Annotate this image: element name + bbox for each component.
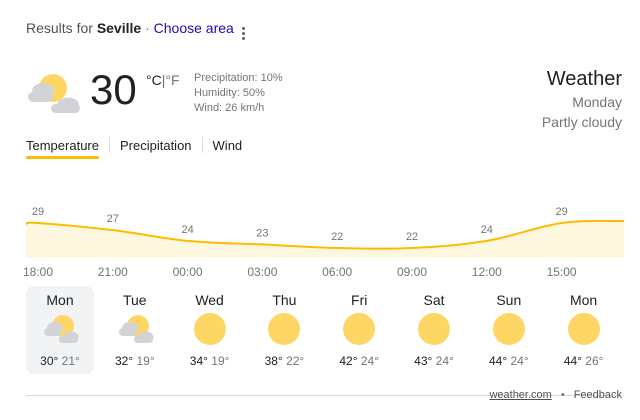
forecast-day-card[interactable]: Thu 38° 22° [250, 286, 318, 374]
precipitation-detail: Precipitation: 10% [194, 72, 283, 84]
forecast-high: 30° [40, 354, 59, 368]
chart-data-label: 24 [181, 224, 193, 236]
forecast-day-name: Wed [195, 292, 224, 308]
forecast-day-card[interactable]: Wed 34° 19° [176, 286, 244, 374]
sun-icon [267, 312, 301, 351]
location-name: Seville [96, 20, 142, 36]
sun-icon [342, 312, 376, 351]
forecast-low: 26° [585, 354, 604, 368]
forecast-temps: 38° 22° [250, 354, 318, 368]
forecast-temps: 44° 24° [475, 354, 543, 368]
forecast-high: 34° [189, 354, 208, 368]
partly-cloudy-icon [26, 70, 82, 119]
weather-condition: Partly cloudy [541, 114, 622, 130]
results-header: Results for Seville · Choose area [26, 20, 234, 36]
more-options-icon[interactable] [236, 22, 250, 44]
feedback-link[interactable]: Feedback [574, 389, 622, 401]
chart-data-label: 22 [331, 231, 343, 243]
forecast-low: 19° [211, 354, 230, 368]
footer-separator: • [560, 389, 565, 401]
forecast-day-card[interactable]: Tue 32° 19° [101, 286, 169, 374]
current-temperature: 30 [90, 66, 137, 113]
chart-data-label: 29 [555, 206, 567, 218]
sun-icon [492, 312, 526, 351]
footer: weather.com • Feedback [489, 389, 622, 401]
weather-summary: Weather Monday Partly cloudy [542, 66, 622, 132]
sun-icon [417, 312, 451, 351]
humidity-detail: Humidity: 50% [194, 87, 265, 99]
results-prefix: Results for [26, 20, 93, 36]
tab-precipitation[interactable]: Precipitation [120, 138, 192, 159]
temperature-chart: 29 27 24 23 22 22 24 29 18:00 21:00 00:00 03:00 06:… [23, 206, 625, 279]
chart-data-label: 23 [256, 227, 268, 239]
chart-time-label: 12:00 [472, 265, 502, 279]
chart-time-label: 00:00 [173, 265, 203, 279]
forecast-low: 22° [286, 354, 305, 368]
tab-wind[interactable]: Wind [213, 138, 243, 159]
forecast-day-name: Tue [122, 292, 147, 308]
tab-divider [108, 137, 110, 153]
chart-time-label: 03:00 [247, 265, 277, 279]
wind-detail: Wind: 26 km/h [194, 102, 265, 114]
sun-icon [567, 312, 601, 351]
forecast-high: 38° [264, 354, 283, 368]
forecast-high: 32° [114, 354, 134, 368]
forecast-temps: 42° 24° [325, 354, 393, 368]
weather-title: Weather [546, 68, 622, 90]
forecast-day-card[interactable]: Mon 44° 26° [550, 286, 618, 374]
weather-details: Precipitation: 10% Humidity: 50% Wind: 2… [194, 71, 283, 116]
forecast-low: 24° [435, 354, 454, 368]
forecast-day-card[interactable]: Fri 42° 24° [325, 286, 393, 374]
forecast-day-name: Mon [46, 292, 74, 308]
forecast-high: 43° [414, 354, 433, 368]
chart-time-label: 21:00 [98, 265, 128, 279]
forecast-day-card[interactable]: Mon 30° 21° [26, 286, 94, 374]
forecast-temps: 34° 19° [176, 354, 244, 368]
forecast-high: 42° [339, 354, 358, 368]
daily-forecast: Mon 30° 21° Tue 32° 19° Wed 34° 19° Thu 38° 22°… [26, 286, 624, 376]
forecast-day-card[interactable]: Sun 44° 24° [475, 286, 543, 374]
forecast-day-name: Sat [423, 292, 445, 308]
chart-time-label: 09:00 [397, 265, 427, 279]
chart-data-label: 29 [32, 206, 44, 218]
weather-source-link[interactable]: weather.com [489, 389, 551, 401]
chart-time-label: 06:00 [322, 265, 352, 279]
forecast-temps: 30° 21° [26, 354, 94, 368]
forecast-low: 24° [360, 354, 380, 368]
temperature-area [26, 220, 624, 258]
forecast-high: 44° [488, 354, 508, 368]
chart-data-label: 22 [406, 231, 418, 243]
forecast-temps: 32° 19° [101, 354, 169, 368]
choose-area-link[interactable]: Choose area [154, 20, 234, 36]
forecast-high: 44° [563, 354, 582, 368]
chart-data-label: 24 [481, 224, 493, 236]
forecast-day-name: Thu [272, 292, 297, 308]
chart-tabs: Temperature Precipitation Wind [26, 136, 242, 160]
celsius-toggle[interactable]: °C [146, 72, 162, 88]
unit-toggle: °C|°F [146, 72, 180, 88]
partly-cloudy-icon [43, 312, 79, 349]
chart-time-label: 18:00 [23, 265, 53, 279]
forecast-day-card[interactable]: Sat 43° 24° [400, 286, 468, 374]
results-separator: · [145, 20, 150, 36]
forecast-low: 19° [136, 354, 155, 368]
forecast-temps: 43° 24° [400, 354, 468, 368]
forecast-low: 24° [510, 354, 529, 368]
sun-icon [193, 312, 227, 351]
tab-temperature[interactable]: Temperature [26, 138, 99, 159]
forecast-temps: 44° 26° [550, 354, 618, 368]
forecast-low: 21° [61, 354, 80, 368]
forecast-day-name: Sun [496, 292, 522, 308]
weather-day: Monday [572, 94, 622, 110]
tab-divider [201, 137, 203, 153]
chart-data-label: 27 [107, 213, 119, 225]
partly-cloudy-icon [118, 312, 154, 349]
forecast-day-name: Mon [569, 292, 598, 308]
forecast-day-name: Fri [351, 292, 368, 308]
chart-time-label: 15:00 [547, 265, 577, 279]
fahrenheit-toggle[interactable]: °F [165, 72, 179, 88]
